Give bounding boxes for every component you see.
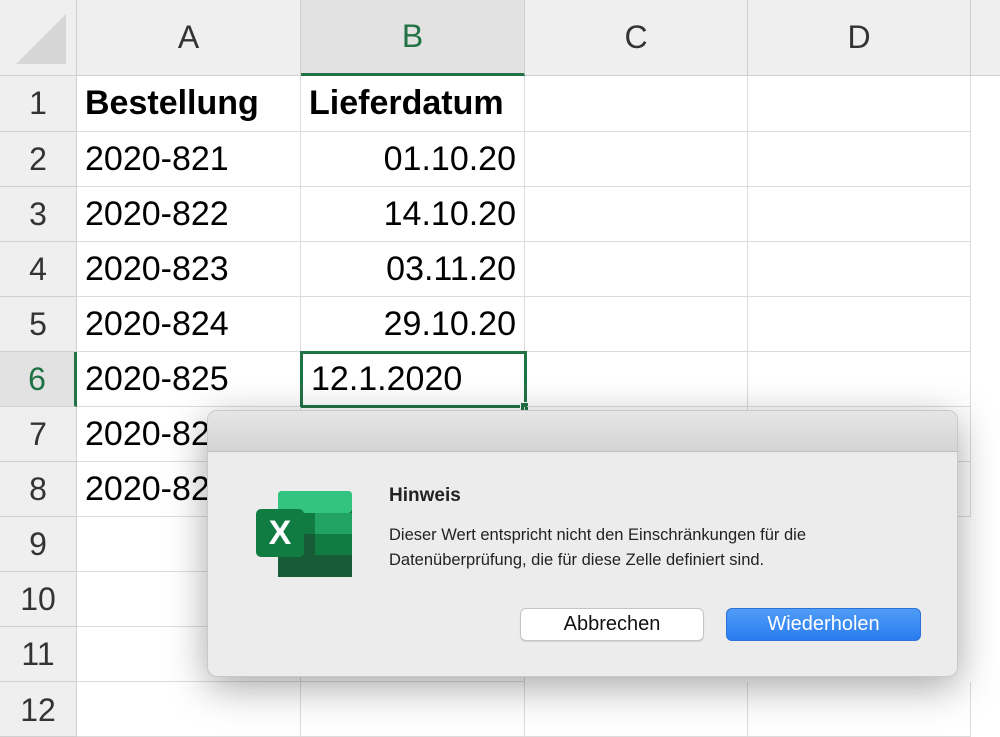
cell-d12[interactable] [748,682,971,737]
cell-c3[interactable] [525,187,748,242]
column-header-b[interactable]: B [301,0,525,76]
cell-d5[interactable] [748,297,971,352]
column-header-e[interactable] [971,0,1000,76]
row-header-12[interactable]: 12 [0,682,77,737]
cell-a3[interactable]: 2020-822 [77,187,301,242]
cell-a4[interactable]: 2020-823 [77,242,301,297]
row-header-8[interactable]: 8 [0,462,77,517]
dialog-message: Dieser Wert entspricht nicht den Einschr… [389,526,806,569]
cell-b5[interactable]: 29.10.20 [301,297,525,352]
column-header-c[interactable]: C [525,0,748,76]
cell-b4[interactable]: 03.11.20 [301,242,525,297]
row-header-6[interactable]: 6 [0,352,77,407]
cell-b1[interactable]: Lieferdatum [301,76,525,132]
cell-d6[interactable] [748,352,971,407]
row-header-11[interactable]: 11 [0,627,77,682]
cell-a6[interactable]: 2020-825 [77,352,301,407]
cell-d2[interactable] [748,132,971,187]
cell-a5[interactable]: 2020-824 [77,297,301,352]
cell-d4[interactable] [748,242,971,297]
row-header-1[interactable]: 1 [0,76,77,132]
cell-b3[interactable]: 14.10.20 [301,187,525,242]
cell-c4[interactable] [525,242,748,297]
row-header-2[interactable]: 2 [0,132,77,187]
cell-b6-active[interactable]: 12.1.2020 [300,351,527,408]
excel-x-letter: X [269,514,292,552]
cell-a1[interactable]: Bestellung [77,76,301,132]
cell-a12[interactable] [77,682,301,737]
dialog-titlebar[interactable] [208,411,957,452]
excel-app-icon: X [256,491,352,577]
validation-alert-dialog: X Hinweis Dieser Wert entspricht nicht d… [207,410,958,677]
cell-d3[interactable] [748,187,971,242]
column-header-d[interactable]: D [748,0,971,76]
row-header-4[interactable]: 4 [0,242,77,297]
cell-c12[interactable] [525,682,748,737]
cell-a2[interactable]: 2020-821 [77,132,301,187]
row-header-9[interactable]: 9 [0,517,77,572]
cell-c1[interactable] [525,76,748,132]
row-header-3[interactable]: 3 [0,187,77,242]
cell-b2[interactable]: 01.10.20 [301,132,525,187]
cell-c5[interactable] [525,297,748,352]
cell-c2[interactable] [525,132,748,187]
row-header-7[interactable]: 7 [0,407,77,462]
dialog-title: Hinweis [389,485,461,506]
row-header-10[interactable]: 10 [0,572,77,627]
select-all-corner[interactable] [0,0,77,76]
cancel-button[interactable]: Abbrechen [520,608,704,641]
retry-button[interactable]: Wiederholen [726,608,921,641]
cell-b12[interactable] [301,682,525,737]
column-header-a[interactable]: A [77,0,301,76]
cell-c6[interactable] [527,352,748,407]
cell-d1[interactable] [748,76,971,132]
row-header-5[interactable]: 5 [0,297,77,352]
